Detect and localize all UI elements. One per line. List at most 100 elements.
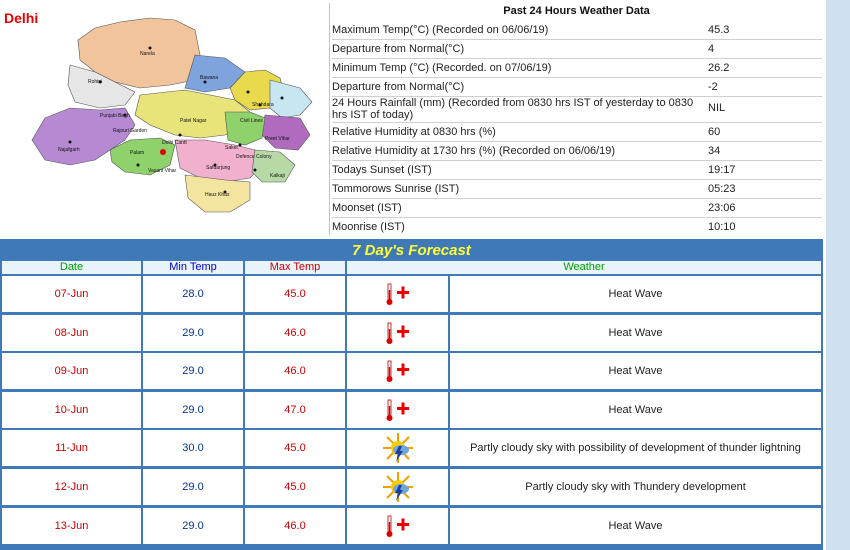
weather-row-label: Maximum Temp(°C) (Recorded on 06/06/19) (332, 24, 549, 36)
forecast-date: 11-Jun (2, 430, 141, 466)
forecast-max-temp: 47.0 (245, 392, 345, 428)
forecast-date: 13-Jun (2, 508, 141, 544)
thunder-icon (347, 430, 448, 466)
map-label: Hauz Khas (205, 192, 230, 198)
forecast-weather: Heat Wave (450, 315, 821, 351)
forecast-min-temp: 28.0 (143, 276, 243, 312)
map-label: Defence Colony (236, 154, 272, 160)
forecast-max-temp: 45.0 (245, 469, 345, 505)
forecast-title: 7 Day's Forecast (352, 242, 471, 259)
forecast-max-temp: 46.0 (245, 508, 345, 544)
thunder-icon (347, 469, 448, 505)
weather-row-value: 45.3 (708, 24, 730, 36)
weather-data-title: Past 24 Hours Weather Data (503, 5, 650, 17)
weather-row-label: Departure from Normal(°C) (332, 43, 465, 55)
forecast-weather: Partly cloudy sky with possibility of de… (450, 430, 821, 466)
map-label: Narela (140, 51, 155, 57)
map-label: Punjabi Bagh (100, 113, 130, 119)
weather-row-value: 05:23 (708, 183, 736, 195)
map-label: Safdarjung (206, 165, 231, 171)
forecast-min-temp: 29.0 (143, 353, 243, 389)
seven-day-forecast: 7 Day's Forecast Date Min Temp Max Temp … (0, 239, 823, 550)
weather-row-value: 60 (708, 126, 721, 138)
map-region-northeast-2 (269, 79, 313, 119)
forecast-date: 08-Jun (2, 315, 141, 351)
weather-row: Minimum Temp (°C) (Recorded. on 07/06/19… (332, 59, 822, 78)
weather-row-label: Tommorows Sunrise (IST) (332, 183, 460, 195)
weather-row: Departure from Normal(°C) 4 (332, 40, 822, 59)
delhi-map: Delhi Narela Rohini Bawana Shahdara Punj… (0, 0, 328, 238)
forecast-max-temp: 45.0 (245, 430, 345, 466)
header-max-temp: Max Temp (245, 261, 345, 274)
weather-row: Departure from Normal(°C) -2 (332, 78, 822, 97)
forecast-date: 09-Jun (2, 353, 141, 389)
weather-row-label: Departure from Normal(°C) (332, 81, 465, 93)
forecast-weather: Heat Wave (450, 353, 821, 389)
weather-row-value: NIL (708, 102, 726, 114)
map-label: Patel Nagar (180, 118, 207, 124)
weather-row: Relative Humidity at 0830 hrs (%) 60 (332, 123, 822, 142)
forecast-min-temp: 30.0 (143, 430, 243, 466)
right-margin (826, 0, 850, 550)
weather-row: Moonrise (IST) 10:10 (332, 218, 822, 235)
palam-marker (160, 149, 166, 155)
weather-row-label: Moonset (IST) (332, 202, 402, 214)
page: Delhi Narela Rohini Bawana Shahdara Punj… (0, 0, 850, 550)
map-label: Vasant Vihar (148, 168, 177, 174)
map-label: Shahdara (252, 102, 274, 108)
weather-row-label: Minimum Temp (°C) (Recorded. on 07/06/19… (332, 62, 552, 74)
forecast-min-temp: 29.0 (143, 315, 243, 351)
weather-row: Relative Humidity at 1730 hrs (%) (Recor… (332, 142, 822, 161)
forecast-weather: Partly cloudy sky with Thundery developm… (450, 469, 821, 505)
forecast-max-temp: 46.0 (245, 315, 345, 351)
weather-data-panel: Past 24 Hours Weather Data Maximum Temp(… (329, 3, 823, 235)
forecast-date: 07-Jun (2, 276, 141, 312)
forecast-min-temp: 29.0 (143, 508, 243, 544)
forecast-date: 10-Jun (2, 392, 141, 428)
weather-row-label: Todays Sunset (IST) (332, 164, 432, 176)
map-region-east (261, 114, 311, 151)
weather-row-value: -2 (708, 81, 718, 93)
weather-row-value: 10:10 (708, 221, 736, 233)
header-weather: Weather (347, 261, 821, 274)
map-label: Palam (130, 150, 145, 156)
heat-wave-icon (347, 353, 448, 389)
forecast-max-temp: 45.0 (245, 276, 345, 312)
map-label: Najafgarh (58, 147, 80, 153)
forecast-weather: Heat Wave (450, 276, 821, 312)
district-map (31, 17, 313, 213)
weather-row-value: 23:06 (708, 202, 736, 214)
weather-row-value: 4 (708, 43, 715, 55)
weather-row-label: Moonrise (IST) (332, 221, 405, 233)
map-label: Rajouri Garden (113, 128, 147, 134)
forecast-weather: Heat Wave (450, 392, 821, 428)
weather-row: Todays Sunset (IST) 19:17 (332, 161, 822, 180)
weather-row-value: 26.2 (708, 62, 730, 74)
header-min-temp: Min Temp (143, 261, 243, 274)
weather-row-label: Relative Humidity at 1730 hrs (%) (Recor… (332, 145, 616, 157)
weather-row: Moonset (IST) 23:06 (332, 199, 822, 218)
weather-row-label: Relative Humidity at 0830 hrs (%) (332, 126, 496, 138)
forecast-min-temp: 29.0 (143, 469, 243, 505)
map-label: Civil Lines (240, 118, 263, 124)
forecast-weather: Heat Wave (450, 508, 821, 544)
heat-wave-icon (347, 315, 448, 351)
forecast-min-temp: 29.0 (143, 392, 243, 428)
weather-row-value: 34 (708, 145, 721, 157)
forecast-max-temp: 46.0 (245, 353, 345, 389)
forecast-date: 12-Jun (2, 469, 141, 505)
weather-row-value: 19:17 (708, 164, 736, 176)
map-label: Preet Vihar (265, 136, 290, 142)
map-label: Bawana (200, 75, 219, 81)
map-label: Rohini (88, 79, 103, 85)
weather-row: Maximum Temp(°C) (Recorded on 06/06/19) 4… (332, 21, 822, 40)
header-date: Date (2, 261, 141, 274)
map-label: Kalkaji (270, 173, 285, 179)
weather-row: 24 Hours Rainfall (mm) (Recorded from 08… (332, 97, 822, 123)
map-region-central (224, 111, 266, 146)
weather-row-label: 24 Hours Rainfall (mm) (Recorded from 08… (332, 97, 694, 121)
weather-row: Tommorows Sunrise (IST) 05:23 (332, 180, 822, 199)
map-label: Delhi Cantt (162, 140, 187, 146)
map-label: Saket (225, 145, 238, 151)
heat-wave-icon (347, 276, 448, 312)
